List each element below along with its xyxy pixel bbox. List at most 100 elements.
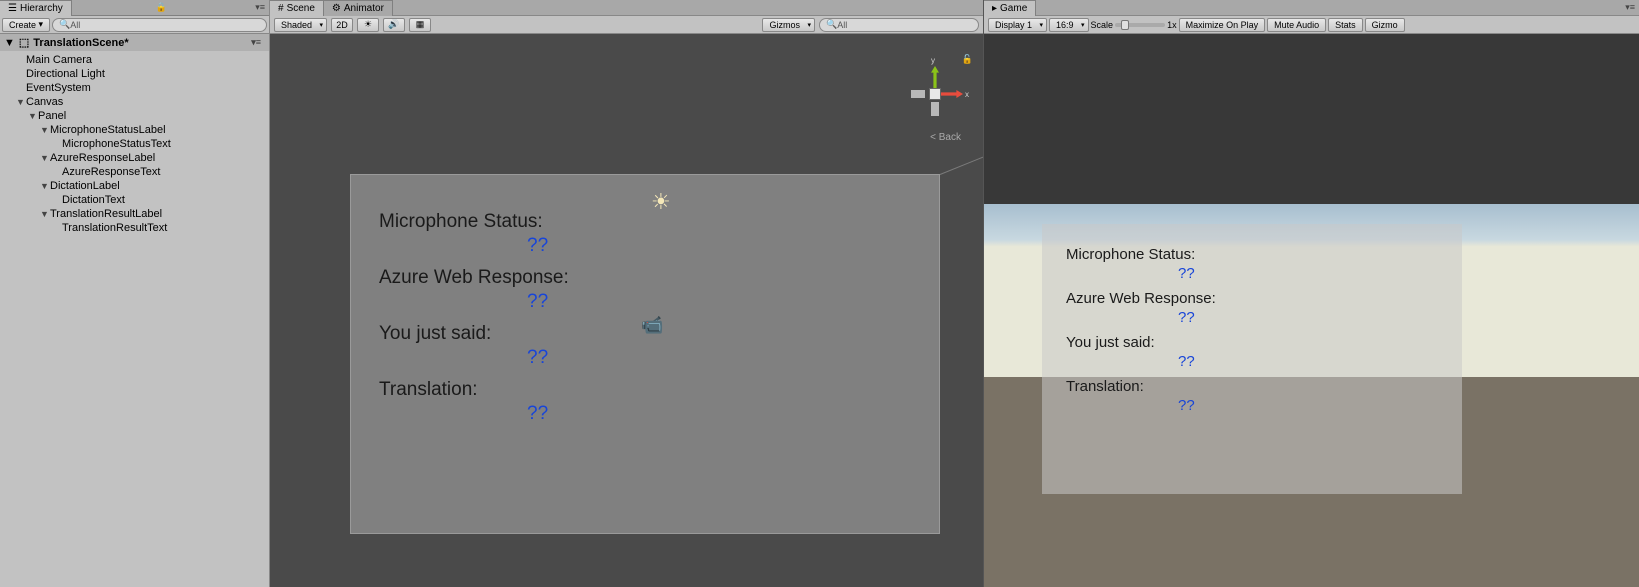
hierarchy-tab-label: Hierarchy [20, 3, 63, 14]
hierarchy-item-microphonestatuslabel[interactable]: ▼MicrophoneStatusLabel [0, 123, 269, 137]
scene-view-panel: # Scene ⚙ Animator Shaded 2D ☀ 🔊 ▦ Gizmo… [270, 0, 984, 587]
game-tab-bar: ▸ Game ▾≡ [984, 0, 1639, 16]
mute-audio-toggle[interactable]: Mute Audio [1267, 18, 1326, 32]
hierarchy-item-translationresultlabel[interactable]: ▼TranslationResultLabel [0, 207, 269, 221]
hierarchy-item-label: Panel [38, 110, 66, 122]
chevron-icon[interactable]: ▼ [28, 111, 38, 121]
scene-search[interactable]: 🔍All [819, 18, 979, 32]
game-tab-icon: ▸ [992, 3, 997, 14]
chevron-icon[interactable]: ▼ [40, 209, 50, 219]
game-dictation-value: ?? [1178, 353, 1438, 370]
gizmo-center [929, 88, 941, 100]
hierarchy-item-dictationtext[interactable]: DictationText [0, 193, 269, 207]
chevron-down-icon: ▼ [4, 37, 15, 49]
stats-toggle[interactable]: Stats [1328, 18, 1363, 32]
hierarchy-item-label: EventSystem [26, 82, 91, 94]
lighting-toggle[interactable]: ☀ [357, 18, 379, 32]
hierarchy-item-azureresponsetext[interactable]: AzureResponseText [0, 165, 269, 179]
unity-logo-icon: ⬚ [19, 36, 29, 49]
lock-icon[interactable]: 🔒 [156, 2, 171, 13]
scene-menu-icon[interactable]: ▾≡ [251, 37, 265, 48]
slider-thumb[interactable] [1121, 20, 1129, 30]
hierarchy-item-panel[interactable]: ▼Panel [0, 109, 269, 123]
gizmo-x-label: x [965, 90, 969, 99]
hierarchy-item-label: Canvas [26, 96, 63, 108]
hierarchy-item-canvas[interactable]: ▼Canvas [0, 95, 269, 109]
shading-mode-dropdown[interactable]: Shaded [274, 18, 327, 32]
game-canvas-panel: Microphone Status: ?? Azure Web Response… [1042, 224, 1462, 494]
gizmo-y-label: y [931, 56, 935, 65]
chevron-icon[interactable]: ▼ [40, 181, 50, 191]
azure-response-value: ?? [527, 291, 911, 313]
game-azure-response-value: ?? [1178, 309, 1438, 326]
sun-icon: ☀ [364, 19, 372, 30]
gizmo-x-axis [941, 90, 963, 98]
display-dropdown[interactable]: Display 1 [988, 18, 1047, 32]
hierarchy-item-translationresulttext[interactable]: TranslationResultText [0, 221, 269, 235]
gizmo-y-axis [931, 66, 939, 88]
animator-tab-icon: ⚙ [332, 3, 341, 14]
hierarchy-tab-bar: ☰ Hierarchy 🔒 ▾≡ [0, 0, 269, 16]
scene-viewport[interactable]: ☀ 📹 Microphone Status: ?? Azure Web Resp… [270, 34, 983, 587]
hierarchy-item-main-camera[interactable]: Main Camera [0, 53, 269, 67]
speaker-icon: 🔊 [388, 19, 399, 30]
hierarchy-tree: Main CameraDirectional LightEventSystem▼… [0, 51, 269, 237]
audio-toggle[interactable]: 🔊 [383, 18, 405, 32]
hierarchy-item-label: DictationLabel [50, 180, 120, 192]
gizmos-dropdown[interactable]: Gizmos [762, 18, 815, 32]
hierarchy-tab[interactable]: ☰ Hierarchy [0, 0, 72, 16]
hierarchy-item-label: MicrophoneStatusLabel [50, 124, 166, 136]
hierarchy-item-directional-light[interactable]: Directional Light [0, 67, 269, 81]
hierarchy-item-label: Main Camera [26, 54, 92, 66]
chevron-icon[interactable]: ▼ [16, 97, 26, 107]
scene-row[interactable]: ▼ ⬚ TranslationScene* ▾≡ [0, 34, 269, 51]
game-translation-value: ?? [1178, 397, 1438, 414]
scene-tab[interactable]: # Scene [270, 0, 324, 16]
game-tab[interactable]: ▸ Game [984, 0, 1036, 16]
scale-value: 1x [1167, 20, 1177, 30]
game-panel-menu-icon[interactable]: ▾≡ [1625, 2, 1639, 13]
2d-toggle[interactable]: 2D [331, 18, 353, 32]
game-translation-label: Translation: [1066, 378, 1438, 395]
letterbox-top [984, 34, 1639, 204]
mic-status-label: Microphone Status: [379, 211, 911, 233]
hierarchy-item-label: AzureResponseText [62, 166, 160, 178]
hierarchy-item-dictationlabel[interactable]: ▼DictationLabel [0, 179, 269, 193]
chevron-icon[interactable]: ▼ [40, 125, 50, 135]
game-viewport: Microphone Status: ?? Azure Web Response… [984, 34, 1639, 587]
orientation-gizmo[interactable]: y x [905, 64, 965, 124]
panel-menu-icon[interactable]: ▾≡ [255, 2, 269, 13]
hierarchy-item-azureresponselabel[interactable]: ▼AzureResponseLabel [0, 151, 269, 165]
maximize-on-play-toggle[interactable]: Maximize On Play [1179, 18, 1266, 32]
hierarchy-item-label: AzureResponseLabel [50, 152, 155, 164]
hierarchy-item-label: TranslationResultLabel [50, 208, 162, 220]
hierarchy-item-label: DictationText [62, 194, 125, 206]
scale-slider[interactable] [1115, 23, 1165, 27]
hierarchy-item-label: Directional Light [26, 68, 105, 80]
aspect-dropdown[interactable]: 16:9 [1049, 18, 1089, 32]
hierarchy-item-microphonestatustext[interactable]: MicrophoneStatusText [0, 137, 269, 151]
camera-gizmo-icon[interactable]: 📹 [641, 315, 663, 336]
fx-toggle[interactable]: ▦ [409, 18, 431, 32]
game-azure-response-label: Azure Web Response: [1066, 290, 1438, 307]
gizmo-back-label: < Back [930, 132, 961, 143]
hierarchy-panel: ☰ Hierarchy 🔒 ▾≡ Create ▾ 🔍All ▼ ⬚ Trans… [0, 0, 270, 587]
translation-label: Translation: [379, 379, 911, 401]
gizmo-neg-y [931, 102, 939, 116]
hierarchy-item-eventsystem[interactable]: EventSystem [0, 81, 269, 95]
image-icon: ▦ [416, 19, 425, 30]
chevron-icon[interactable]: ▼ [40, 153, 50, 163]
directional-light-gizmo-icon[interactable]: ☀ [651, 189, 671, 215]
animator-tab[interactable]: ⚙ Animator [324, 0, 393, 16]
hierarchy-tab-icon: ☰ [8, 3, 17, 14]
canvas-panel[interactable]: ☀ 📹 Microphone Status: ?? Azure Web Resp… [350, 174, 940, 534]
azure-response-label: Azure Web Response: [379, 267, 911, 289]
gizmo-neg-x [911, 90, 925, 98]
game-view-panel: ▸ Game ▾≡ Display 1 16:9 Scale 1x Maximi… [984, 0, 1639, 587]
hierarchy-search[interactable]: 🔍All [52, 18, 267, 32]
create-button[interactable]: Create ▾ [2, 18, 50, 32]
mic-status-value: ?? [527, 235, 911, 257]
scene-name: TranslationScene* [33, 37, 128, 49]
gizmos-toggle[interactable]: Gizmo [1365, 18, 1405, 32]
scale-label: Scale [1091, 20, 1114, 30]
